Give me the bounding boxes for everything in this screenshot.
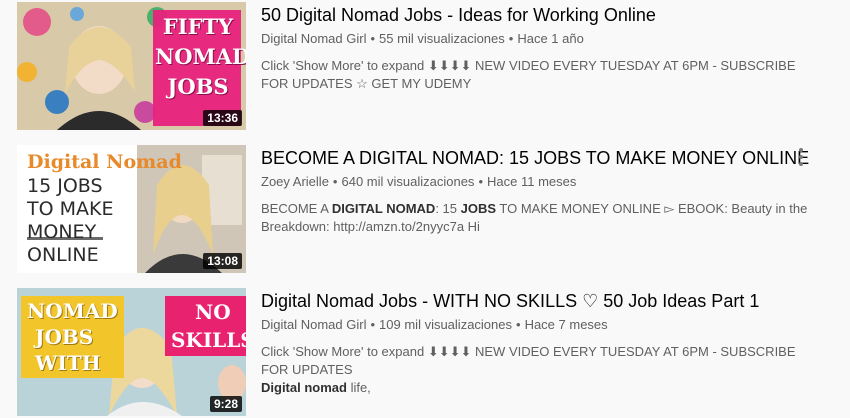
thumb-text-line: NO (195, 300, 231, 324)
separator: • (516, 317, 521, 332)
separator: • (478, 174, 483, 189)
thumb-text-line: Digital Nomad (27, 151, 182, 173)
video-result: NOMAD JOBS WITH NO SKILLS 9:28 Digital N… (17, 288, 837, 418)
video-result: Digital Nomad 15 JOBS TO MAKE MONEY ONLI… (17, 145, 837, 275)
video-byline: Zoey Arielle • 640 mil visualizaciones • Hac… (261, 173, 821, 191)
more-vert-icon[interactable] (789, 145, 813, 169)
upload-age: Hace 11 meses (487, 174, 577, 189)
video-meta: 50 Digital Nomad Jobs - Ideas for Workin… (261, 2, 821, 93)
thumb-text-line: NOMAD (27, 299, 118, 323)
video-thumbnail[interactable]: FIFTY NOMAD JOBS 13:36 (17, 2, 246, 130)
video-duration: 13:36 (203, 110, 242, 126)
desc-text: Click 'Show More' to expand ⬇⬇⬇⬇ NEW VID… (261, 344, 796, 377)
desc-highlight: Digital nomad (261, 380, 347, 395)
thumb-text-line: SKILLS (171, 328, 246, 352)
video-title[interactable]: 50 Digital Nomad Jobs - Ideas for Workin… (261, 3, 821, 27)
video-description: Click 'Show More' to expand ⬇⬇⬇⬇ NEW VID… (261, 58, 796, 91)
separator: • (370, 31, 376, 46)
separator: • (370, 317, 376, 332)
video-title[interactable]: BECOME A DIGITAL NOMAD: 15 JOBS TO MAKE … (261, 146, 821, 170)
thumb-text-line: FIFTY (162, 14, 234, 39)
thumb-text-line: WITH (35, 351, 101, 375)
video-byline: Digital Nomad Girl • 109 mil visualizacion… (261, 316, 821, 334)
video-title[interactable]: Digital Nomad Jobs - WITH NO SKILLS ♡ 50… (261, 289, 821, 313)
thumb-text-line: JOBS (35, 325, 94, 349)
upload-age: Hace 1 año (517, 31, 584, 46)
desc-text: : 15 (435, 201, 461, 216)
video-byline: Digital Nomad Girl • 55 mil visualizacione… (261, 30, 821, 48)
video-meta: Digital Nomad Jobs - WITH NO SKILLS ♡ 50… (261, 288, 821, 397)
thumb-text-line: MONEY (27, 221, 97, 243)
view-count: 109 mil visualizaciones (379, 317, 512, 332)
separator: • (508, 31, 514, 46)
video-meta: BECOME A DIGITAL NOMAD: 15 JOBS TO MAKE … (261, 145, 821, 236)
video-thumbnail[interactable]: NOMAD JOBS WITH NO SKILLS 9:28 (17, 288, 246, 416)
desc-highlight: DIGITAL NOMAD (331, 201, 436, 216)
channel-name[interactable]: Digital Nomad Girl (261, 317, 366, 332)
thumb-text-line: JOBS (167, 74, 229, 99)
thumb-text-line: 15 JOBS (27, 175, 103, 197)
video-duration: 9:28 (209, 396, 242, 412)
desc-text: BECOME A (261, 201, 332, 216)
view-count: 55 mil visualizaciones (379, 31, 505, 46)
view-count: 640 mil visualizaciones (341, 174, 475, 189)
video-result: FIFTY NOMAD JOBS 13:36 50 Digital Nomad … (17, 2, 837, 132)
upload-age: Hace 7 meses (524, 317, 608, 332)
channel-name[interactable]: Zoey Arielle (261, 174, 329, 189)
separator: • (332, 174, 338, 189)
thumb-text-line: NOMAD (155, 44, 246, 69)
video-description: BECOME A DIGITAL NOMAD: 15 JOBS TO MAKE … (261, 200, 821, 236)
channel-name[interactable]: Digital Nomad Girl (261, 31, 366, 46)
thumb-text-line: TO MAKE (27, 198, 114, 220)
desc-text: life, (346, 380, 371, 395)
video-thumbnail[interactable]: Digital Nomad 15 JOBS TO MAKE MONEY ONLI… (17, 145, 246, 273)
thumb-text-line: ONLINE (27, 244, 99, 266)
desc-highlight: JOBS (460, 201, 497, 216)
video-duration: 13:08 (203, 253, 242, 269)
video-description: Click 'Show More' to expand ⬇⬇⬇⬇ NEW VID… (261, 343, 821, 397)
